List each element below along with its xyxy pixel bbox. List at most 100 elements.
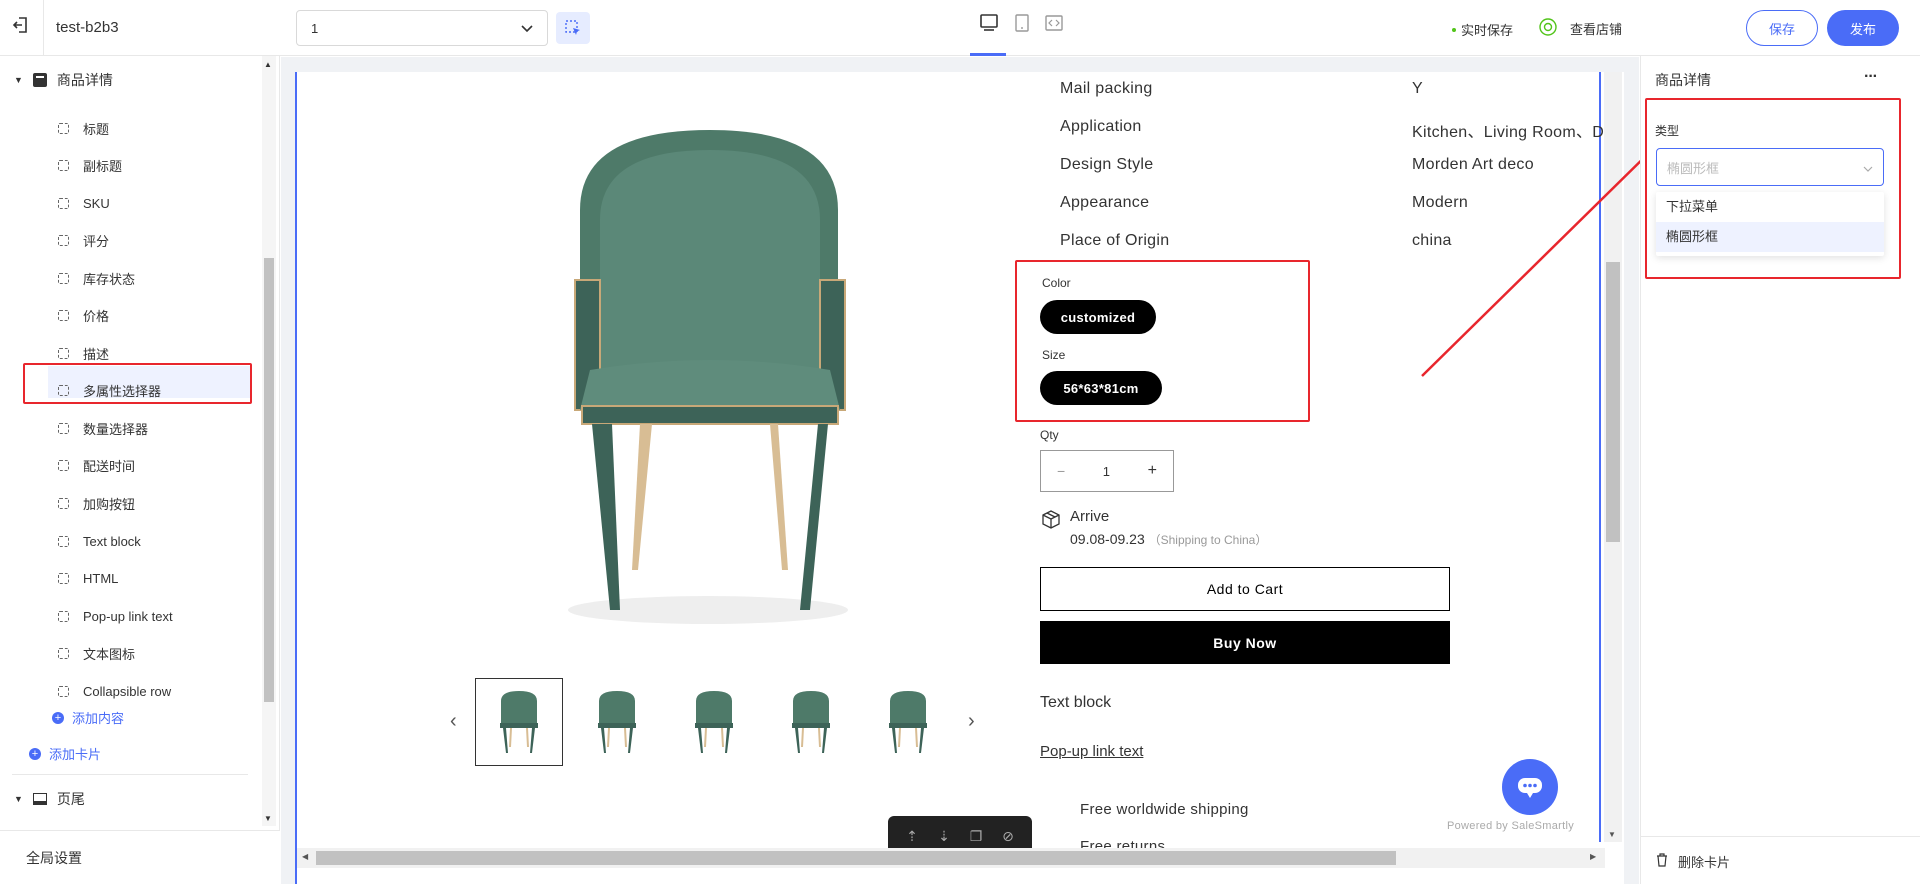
section-footer[interactable]: ▼ 页尾 bbox=[14, 789, 85, 809]
view-store-link[interactable]: 查看店铺 bbox=[1538, 17, 1622, 40]
type-select-value: 椭圆形框 bbox=[1667, 160, 1720, 176]
tree-item-label: 副标题 bbox=[83, 158, 123, 174]
tree-item-label: 评分 bbox=[83, 233, 110, 249]
select-element-icon[interactable] bbox=[556, 12, 590, 44]
delete-card-label: 删除卡片 bbox=[1678, 855, 1731, 870]
gallery-prev-arrow[interactable]: ‹ bbox=[450, 710, 457, 733]
autosave-label: 实时保存 bbox=[1461, 23, 1514, 38]
spec-label: Design Style bbox=[1060, 156, 1154, 173]
move-down-icon[interactable]: ⇣ bbox=[933, 825, 955, 847]
tree-item[interactable]: 库存状态 bbox=[58, 268, 135, 288]
block-icon bbox=[58, 497, 69, 509]
caret-down-icon: ▼ bbox=[14, 75, 23, 85]
quantity-stepper[interactable]: − 1 + bbox=[1040, 450, 1174, 492]
tree-item-label: Collapsible row bbox=[83, 683, 172, 699]
tree-item[interactable]: HTML bbox=[58, 568, 118, 588]
tree-item[interactable]: Pop-up link text bbox=[58, 606, 173, 626]
scroll-left-arrow-icon[interactable]: ◀ bbox=[302, 852, 308, 861]
page-select[interactable]: 1 bbox=[296, 10, 548, 46]
gallery-thumbnail[interactable] bbox=[573, 678, 661, 766]
qty-label: Qty bbox=[1040, 428, 1059, 442]
page-select-value: 1 bbox=[311, 20, 319, 36]
tree-item[interactable]: 描述 bbox=[58, 343, 109, 363]
tree-item[interactable]: 文本图标 bbox=[58, 643, 135, 663]
tablet-view-icon[interactable] bbox=[1012, 13, 1032, 33]
chat-widget-button[interactable] bbox=[1502, 759, 1558, 815]
qty-plus-button[interactable]: + bbox=[1148, 462, 1157, 480]
gallery-thumbnail[interactable] bbox=[475, 678, 563, 766]
qty-value[interactable]: 1 bbox=[1103, 464, 1110, 479]
add-content-label: 添加内容 bbox=[72, 711, 125, 726]
tree-item[interactable]: Collapsible row bbox=[58, 681, 171, 701]
save-button[interactable]: 保存 bbox=[1746, 10, 1818, 46]
tree-item[interactable]: Text block bbox=[58, 531, 141, 551]
section-product-detail[interactable]: ▼ 商品详情 bbox=[14, 70, 113, 90]
scroll-down-arrow-icon[interactable]: ▼ bbox=[264, 814, 272, 823]
spec-label: Application bbox=[1060, 118, 1142, 135]
divider bbox=[43, 0, 44, 56]
popup-link-text[interactable]: Pop-up link text bbox=[1040, 743, 1143, 760]
arrive-date-range: 09.08-09.23 bbox=[1070, 531, 1145, 547]
duplicate-icon[interactable]: ❐ bbox=[965, 825, 987, 847]
add-to-cart-button[interactable]: Add to Cart bbox=[1040, 567, 1450, 611]
type-label: 类型 bbox=[1655, 124, 1680, 138]
gallery-thumbnail[interactable] bbox=[670, 678, 758, 766]
more-options-icon[interactable]: ··· bbox=[1864, 68, 1878, 86]
scroll-up-arrow-icon[interactable]: ▲ bbox=[264, 60, 272, 69]
add-content-link[interactable]: + 添加内容 bbox=[52, 708, 124, 727]
tree-item[interactable]: 配送时间 bbox=[58, 455, 135, 475]
tree-item[interactable]: 副标题 bbox=[58, 155, 122, 175]
spec-label: Place of Origin bbox=[1060, 232, 1170, 249]
buy-now-button[interactable]: Buy Now bbox=[1040, 621, 1450, 664]
tree-item-label: 标题 bbox=[83, 121, 110, 137]
exit-icon[interactable] bbox=[10, 14, 32, 36]
tree-item[interactable]: 评分 bbox=[58, 230, 109, 250]
gallery-next-arrow[interactable]: › bbox=[968, 710, 975, 733]
caret-down-icon: ▼ bbox=[14, 794, 23, 804]
spec-label: Appearance bbox=[1060, 194, 1150, 211]
publish-button[interactable]: 发布 bbox=[1827, 10, 1899, 46]
delete-card-button[interactable]: 删除卡片 bbox=[1656, 852, 1730, 871]
block-icon bbox=[58, 272, 69, 284]
preview-left-border bbox=[295, 72, 297, 884]
global-settings-link[interactable]: 全局设置 bbox=[26, 848, 82, 868]
right-panel-title: 商品详情 bbox=[1655, 72, 1711, 88]
tree-item[interactable]: 加购按钮 bbox=[58, 493, 135, 513]
color-option-customized[interactable]: customized bbox=[1040, 300, 1156, 334]
option-oval-box[interactable]: 椭圆形框 bbox=[1656, 222, 1884, 252]
color-label: Color bbox=[1042, 276, 1071, 290]
left-scrollbar-thumb[interactable] bbox=[264, 258, 274, 702]
qty-minus-button[interactable]: − bbox=[1057, 463, 1065, 479]
option-dropdown-menu[interactable]: 下拉菜单 bbox=[1656, 192, 1884, 222]
tree-item[interactable]: 价格 bbox=[58, 305, 109, 325]
section-title: 商品详情 bbox=[56, 72, 113, 88]
chevron-down-icon bbox=[1863, 160, 1873, 175]
move-up-icon[interactable]: ⇡ bbox=[901, 825, 923, 847]
tree-item[interactable]: 多属性选择器 bbox=[58, 380, 161, 400]
scroll-right-arrow-icon[interactable]: ▶ bbox=[1590, 852, 1596, 861]
tree-item[interactable]: SKU bbox=[58, 193, 110, 213]
block-icon bbox=[58, 309, 69, 321]
scroll-down-arrow-icon[interactable]: ▼ bbox=[1608, 830, 1616, 839]
product-main-image[interactable] bbox=[520, 110, 890, 640]
block-icon bbox=[58, 122, 69, 134]
tree-item-label: 描述 bbox=[83, 346, 110, 362]
desktop-view-icon[interactable] bbox=[978, 13, 1000, 33]
tree-item-label: SKU bbox=[83, 195, 110, 211]
product-card-icon bbox=[32, 73, 47, 87]
hide-icon[interactable]: ⊘ bbox=[997, 825, 1019, 847]
type-select[interactable]: 椭圆形框 bbox=[1656, 148, 1884, 186]
chair-thumbnail-image bbox=[500, 691, 538, 753]
size-option[interactable]: 56*63*81cm bbox=[1040, 371, 1162, 405]
tree-item[interactable]: 数量选择器 bbox=[58, 418, 148, 438]
code-view-icon[interactable] bbox=[1044, 13, 1064, 33]
h-scrollbar-thumb[interactable] bbox=[316, 851, 1396, 865]
active-view-underline bbox=[970, 53, 1006, 56]
tree-item-label: Pop-up link text bbox=[83, 608, 173, 624]
tree-item[interactable]: 标题 bbox=[58, 118, 109, 138]
gallery-thumbnail[interactable] bbox=[864, 678, 952, 766]
type-dropdown-menu: 下拉菜单 椭圆形框 bbox=[1656, 192, 1884, 256]
add-card-link[interactable]: + 添加卡片 bbox=[29, 744, 101, 763]
tree-item-label: 加购按钮 bbox=[83, 496, 136, 512]
gallery-thumbnail[interactable] bbox=[767, 678, 855, 766]
